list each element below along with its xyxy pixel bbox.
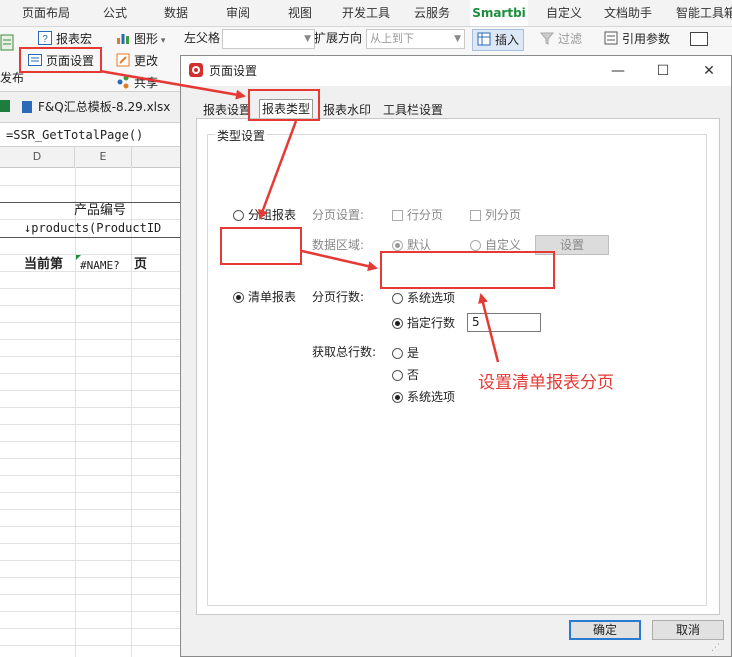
annotation-label: 设置清单报表分页	[478, 373, 614, 393]
annotation-arrows	[99, 69, 500, 363]
arrow-from-annotation	[478, 293, 500, 363]
arrow-to-list-report	[258, 120, 298, 220]
arrow-to-report-type	[99, 69, 246, 100]
arrow-to-specify-rows	[301, 249, 378, 272]
